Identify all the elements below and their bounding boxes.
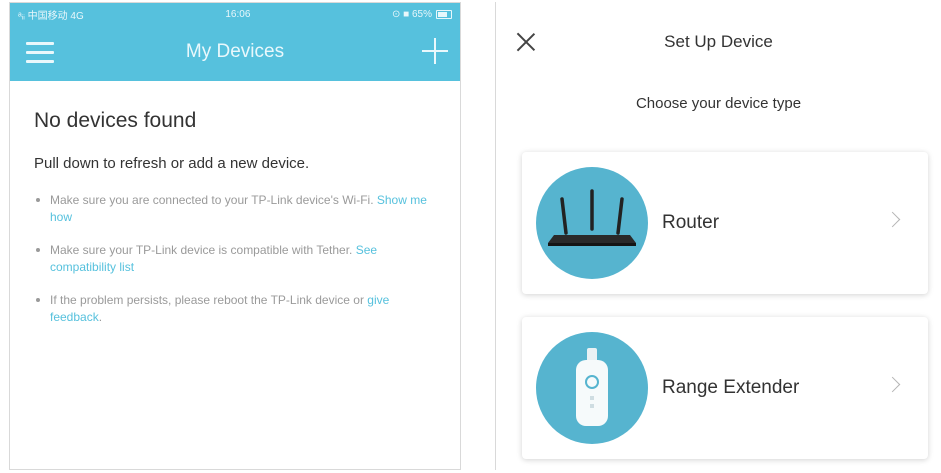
tip-text: Make sure your TP-Link device is compati… [50,243,356,257]
device-type-label: Router [662,212,720,233]
router-icon [536,167,648,279]
range-extender-icon [536,332,648,444]
bullet-icon [36,298,40,302]
device-type-label: Range Extender [662,377,800,398]
empty-state: No devices found Pull down to refresh or… [10,109,460,326]
bullet-icon [36,248,40,252]
bullet-icon [36,198,40,202]
tip-text: If the problem persists, please reboot t… [50,293,368,307]
my-devices-screen: ᵃᵢᵢ 中国移动 4G 16:06 ⊙ ■ 65% My Devices No … [9,2,461,470]
empty-subheading: Pull down to refresh or add a new device… [34,155,310,172]
clock: 16:06 [225,8,251,20]
tip-item: If the problem persists, please reboot t… [34,292,436,326]
add-device-icon[interactable] [422,38,448,64]
status-bar: ᵃᵢᵢ 中国移动 4G 16:06 ⊙ ■ 65% [10,3,460,25]
page-title: Set Up Device [664,32,773,51]
tip-item: Make sure your TP-Link device is compati… [34,242,436,276]
tip-item: Make sure you are connected to your TP-L… [34,192,436,226]
carrier-label: ᵃᵢᵢ 中国移动 4G [18,10,84,22]
device-type-prompt: Choose your device type [635,95,802,112]
tip-text: Make sure you are connected to your TP-L… [50,193,377,207]
chevron-right-icon [884,376,901,393]
set-up-device-screen: Set Up Device Choose your device type Ro… [495,2,941,470]
page-title: My Devices [185,41,285,62]
nav-bar: My Devices [10,25,460,81]
tips-list: Make sure you are connected to your TP-L… [34,192,436,326]
battery-icon [435,9,452,19]
status-right: ⊙ ■ 65% [392,9,452,20]
device-type-range-extender[interactable]: Range Extender [522,317,928,459]
battery-label: ⊙ ■ 65% [391,8,432,20]
empty-heading: No devices found [34,109,197,132]
device-type-router[interactable]: Router [522,152,928,294]
tip-suffix: . [98,310,103,324]
chevron-right-icon [884,211,901,228]
